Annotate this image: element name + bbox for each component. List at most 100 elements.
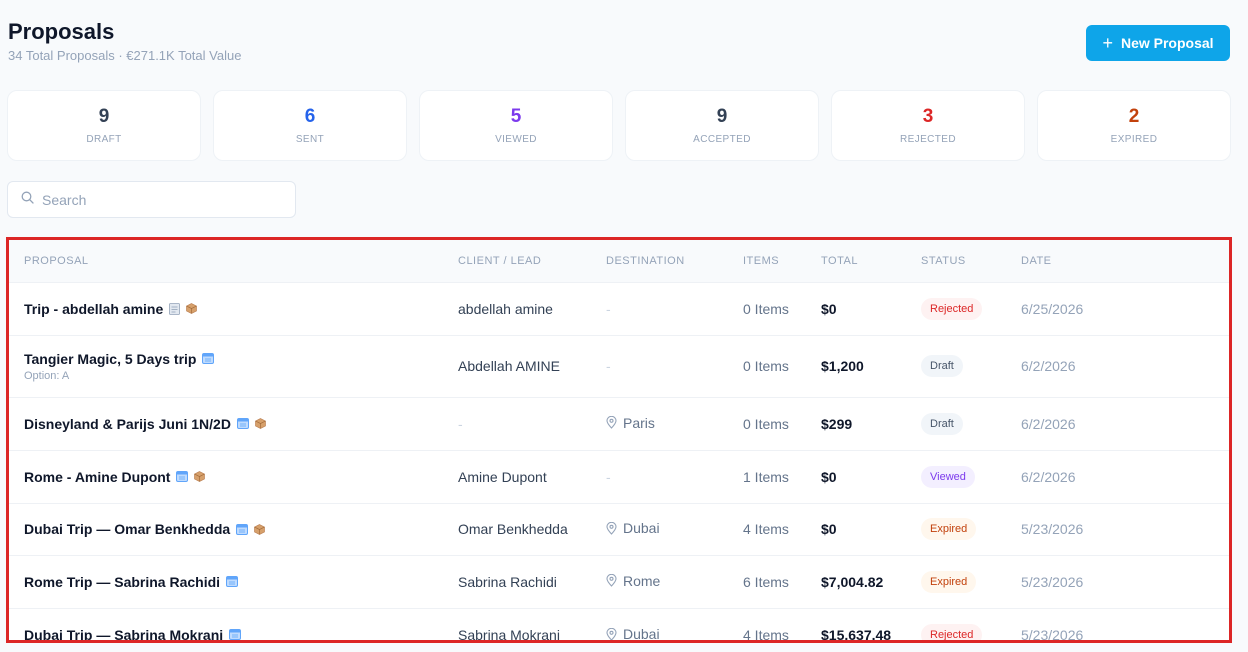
- stat-card-expired[interactable]: 2 EXPIRED: [1037, 90, 1231, 161]
- proposal-name[interactable]: Dubai Trip — Sabrina Mokrani: [24, 627, 223, 640]
- new-proposal-label: New Proposal: [1120, 35, 1214, 51]
- items-cell: 4 Items: [743, 626, 789, 643]
- destination-cell: -: [591, 335, 728, 397]
- stat-card-viewed[interactable]: 5 VIEWED: [419, 90, 613, 161]
- stat-label: VIEWED: [495, 134, 537, 145]
- status-badge: Draft: [921, 355, 963, 377]
- status-badge: Rejected: [921, 623, 983, 640]
- table-row[interactable]: Rome Trip — Sabrina Rachidi Sabrina Rach…: [9, 555, 1229, 608]
- date-cell: 6/2/2026: [1021, 415, 1076, 432]
- proposal-name[interactable]: Dubai Trip — Omar Benkhedda: [24, 521, 230, 537]
- date-cell: 5/23/2026: [1021, 626, 1084, 643]
- destination-cell: Dubai: [591, 503, 728, 555]
- location-pin-icon: [606, 416, 617, 430]
- column-header-proposal[interactable]: PROPOSAL: [9, 240, 443, 282]
- stat-value: 5: [510, 106, 522, 127]
- items-cell: 0 Items: [743, 415, 789, 432]
- column-header-status[interactable]: STATUS: [906, 240, 1006, 282]
- client-cell: Sabrina Rachidi: [443, 555, 591, 608]
- search-input[interactable]: [42, 191, 272, 208]
- search-box[interactable]: [7, 181, 296, 218]
- table-row[interactable]: Tangier Magic, 5 Days trip Option: A Abd…: [9, 335, 1229, 397]
- items-cell: 0 Items: [743, 300, 789, 317]
- total-cell: $0: [821, 300, 837, 317]
- total-cell: $1,200: [821, 358, 864, 374]
- client-name: Sabrina Mokrani: [458, 626, 560, 643]
- date-cell: 5/23/2026: [1021, 573, 1084, 590]
- client-name: Sabrina Rachidi: [458, 573, 557, 590]
- proposal-name[interactable]: Trip - abdellah amine: [24, 301, 163, 317]
- proposal-cell[interactable]: Dubai Trip — Omar Benkhedda: [9, 503, 443, 555]
- stat-card-accepted[interactable]: 9 ACCEPTED: [625, 90, 819, 161]
- destination-cell: Rome: [591, 555, 728, 608]
- box-icon: [194, 471, 206, 482]
- client-cell: Sabrina Mokrani: [443, 608, 591, 643]
- proposal-option: Option: A: [24, 369, 70, 382]
- stat-value: 6: [304, 106, 316, 127]
- page-header: Proposals 34 Total Proposals · €271.1K T…: [8, 18, 1230, 74]
- proposal-cell[interactable]: Trip - abdellah amine: [9, 282, 443, 335]
- status-badge: Viewed: [921, 465, 975, 488]
- client-cell: Omar Benkhedda: [443, 503, 591, 555]
- stat-value: 9: [98, 106, 110, 127]
- status-cell: Expired: [906, 503, 1006, 555]
- destination-cell: -: [591, 450, 728, 503]
- stat-label: DRAFT: [86, 134, 122, 145]
- proposal-name[interactable]: Rome - Amine Dupont: [24, 469, 170, 485]
- destination-cell: Dubai: [591, 608, 728, 642]
- column-header-destination[interactable]: DESTINATION: [591, 240, 728, 282]
- proposal-name[interactable]: Rome Trip — Sabrina Rachidi: [24, 574, 220, 590]
- table-row[interactable]: Trip - abdellah amine abdellah amine - 0…: [9, 282, 1229, 335]
- items-cell: 6 Items: [743, 573, 789, 590]
- box-icon: [186, 303, 198, 314]
- stat-label: REJECTED: [900, 134, 956, 145]
- client-name: Amine Dupont: [458, 468, 547, 485]
- page-title: Proposals: [8, 19, 115, 44]
- table-row[interactable]: Dubai Trip — Sabrina Mokrani Sabrina Mok…: [9, 608, 1229, 643]
- client-cell: abdellah amine: [443, 282, 591, 335]
- calendar-icon: [236, 523, 249, 535]
- proposal-cell[interactable]: Rome - Amine Dupont: [9, 450, 443, 503]
- status-badge: Expired: [921, 518, 977, 540]
- proposal-cell[interactable]: Disneyland & Parijs Juni 1N/2D: [9, 397, 443, 450]
- stat-card-draft[interactable]: 9 DRAFT: [7, 90, 201, 161]
- destination-text: Dubai: [623, 626, 660, 642]
- proposal-cell[interactable]: Rome Trip — Sabrina Rachidi: [9, 555, 443, 608]
- date-cell: 6/2/2026: [1021, 468, 1076, 485]
- proposal-cell[interactable]: Tangier Magic, 5 Days trip Option: A: [9, 335, 443, 397]
- status-badge: Expired: [921, 570, 977, 593]
- calendar-icon: [202, 353, 215, 364]
- column-header-date[interactable]: DATE: [1006, 240, 1229, 282]
- calendar-icon: [226, 576, 239, 587]
- status-badge: Rejected: [921, 297, 983, 320]
- destination-empty: -: [606, 358, 611, 374]
- status-cell: Rejected: [906, 282, 1006, 335]
- status-cell: Expired: [906, 555, 1006, 608]
- new-proposal-button[interactable]: + New Proposal: [1086, 25, 1230, 61]
- proposal-name[interactable]: Tangier Magic, 5 Days trip: [24, 351, 196, 367]
- proposals-table: PROPOSAL CLIENT / LEAD DESTINATION ITEMS…: [6, 237, 1232, 643]
- table-row[interactable]: Disneyland & Parijs Juni 1N/2D - Paris 0…: [9, 397, 1229, 450]
- status-cell: Draft: [906, 335, 1006, 397]
- column-header-items[interactable]: ITEMS: [728, 240, 806, 282]
- column-header-client[interactable]: CLIENT / LEAD: [443, 240, 591, 282]
- destination-empty: -: [606, 468, 611, 485]
- table-row[interactable]: Rome - Amine Dupont Amine Dupont - 1 Ite…: [9, 450, 1229, 503]
- calendar-icon: [176, 471, 189, 482]
- total-cell: $15,637.48: [821, 626, 892, 643]
- box-icon: [254, 523, 265, 535]
- stat-label: ACCEPTED: [693, 134, 751, 145]
- calendar-icon: [229, 629, 242, 640]
- stat-value: 2: [1128, 106, 1140, 127]
- destination-text: Paris: [623, 414, 655, 431]
- stat-value: 3: [922, 106, 934, 127]
- proposal-name[interactable]: Disneyland & Parijs Juni 1N/2D: [24, 416, 231, 432]
- stat-label: EXPIRED: [1110, 134, 1158, 145]
- column-header-total[interactable]: TOTAL: [806, 240, 906, 282]
- table-row[interactable]: Dubai Trip — Omar Benkhedda Omar Benkhed…: [9, 503, 1229, 555]
- stat-card-rejected[interactable]: 3 REJECTED: [831, 90, 1025, 161]
- stat-card-sent[interactable]: 6 SENT: [213, 90, 407, 161]
- total-cell: $7,004.82: [821, 573, 884, 590]
- proposal-cell[interactable]: Dubai Trip — Sabrina Mokrani: [9, 608, 443, 640]
- location-pin-icon: [606, 521, 617, 535]
